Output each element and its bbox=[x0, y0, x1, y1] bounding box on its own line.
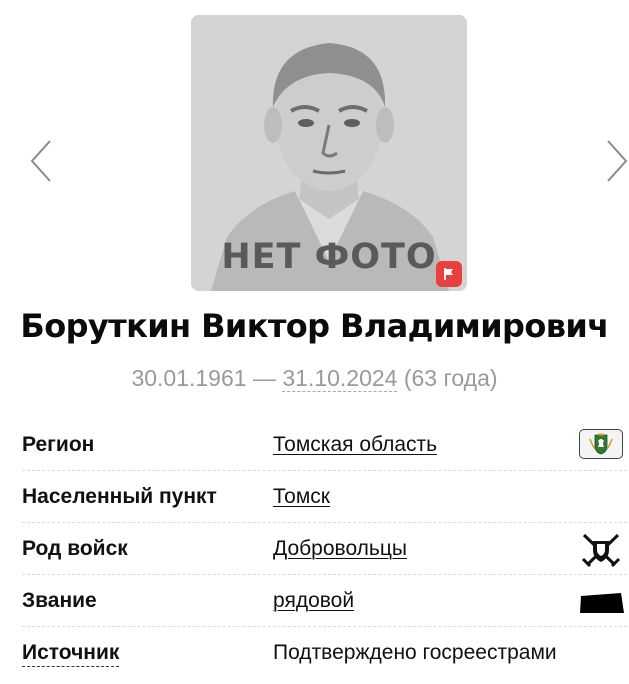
region-link[interactable]: Томская область bbox=[273, 433, 437, 457]
rank-label: Звание bbox=[22, 589, 97, 612]
info-row-region: Регион Томская область bbox=[22, 419, 627, 471]
troops-link[interactable]: Добровольцы bbox=[273, 537, 407, 561]
region-label: Регион bbox=[22, 433, 95, 456]
life-dates: 30.01.1961 — 31.10.2024 (63 года) bbox=[0, 365, 629, 392]
region-emblem-icon bbox=[579, 429, 623, 459]
flag-icon bbox=[444, 268, 453, 280]
rank-link[interactable]: рядовой bbox=[273, 589, 354, 613]
settlement-label: Населенный пункт bbox=[22, 485, 217, 508]
chevron-right-icon[interactable] bbox=[604, 138, 629, 184]
death-date[interactable]: 31.10.2024 bbox=[282, 365, 398, 392]
troops-label: Род войск bbox=[22, 537, 128, 560]
report-flag-button[interactable] bbox=[436, 261, 462, 287]
source-value: Подтверждено госреестрами bbox=[273, 641, 557, 664]
info-row-source: Источник Подтверждено госреестрами bbox=[22, 627, 627, 679]
info-row-settlement: Населенный пункт Томск bbox=[22, 471, 627, 523]
info-row-rank: Звание рядовой bbox=[22, 575, 627, 627]
person-name: Боруткин Виктор Владимирович bbox=[20, 307, 609, 345]
no-photo-label: НЕТ ФОТО bbox=[221, 237, 437, 277]
birth-date: 30.01.1961 bbox=[131, 365, 247, 391]
info-table: Регион Томская область Населенный пункт … bbox=[22, 419, 627, 679]
rank-insignia-icon bbox=[580, 593, 624, 613]
date-separator: — bbox=[246, 365, 283, 391]
info-row-troops: Род войск Добровольцы bbox=[22, 523, 627, 575]
photo-placeholder: НЕТ ФОТО bbox=[191, 15, 467, 291]
age: (63 года) bbox=[397, 365, 498, 391]
crossed-swords-shield-icon bbox=[581, 533, 621, 568]
settlement-link[interactable]: Томск bbox=[273, 485, 330, 509]
chevron-left-icon[interactable] bbox=[28, 138, 54, 184]
source-label[interactable]: Источник bbox=[22, 641, 120, 667]
